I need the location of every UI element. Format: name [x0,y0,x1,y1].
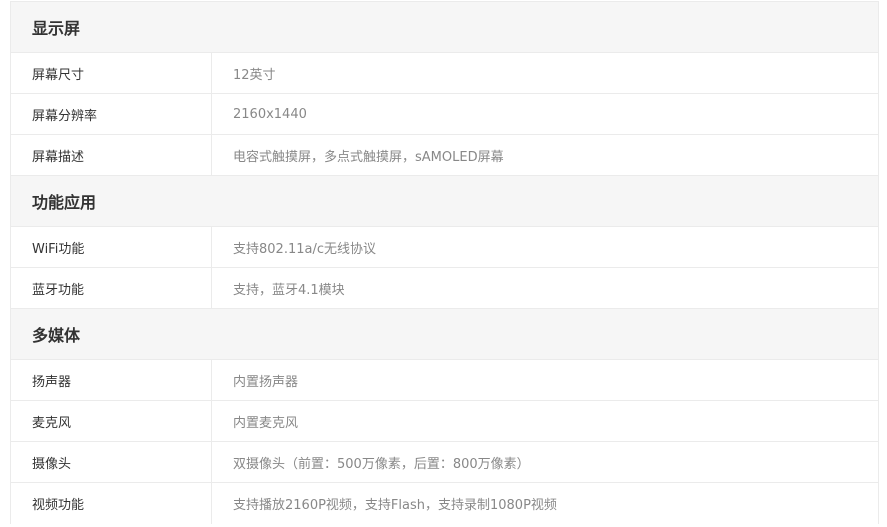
spec-value: 内置麦克风 [233,415,299,431]
spec-value: 12英寸 [233,67,276,83]
spec-row: 屏幕描述 电容式触摸屏，多点式触摸屏，sAMOLED屏幕 [11,135,878,176]
section-title: 显示屏 [32,19,81,38]
section-header-multimedia: 多媒体 [11,309,878,360]
spec-value: 支持播放2160P视频，支持Flash，支持录制1080P视频 [233,498,557,513]
spec-row: 蓝牙功能 支持，蓝牙4.1模块 [11,268,878,309]
spec-row: 视频功能 支持播放2160P视频，支持Flash，支持录制1080P视频 [11,483,878,524]
spec-row: 扬声器 内置扬声器 [11,360,878,401]
spec-table: 显示屏 屏幕尺寸 12英寸 屏幕分辨率 2160x1440 屏幕描述 电容式触摸… [10,1,879,524]
spec-row: WiFi功能 支持802.11a/c无线协议 [11,227,878,268]
section-header-features: 功能应用 [11,176,878,227]
spec-value: 2160x1440 [233,106,307,122]
spec-value: 支持802.11a/c无线协议 [233,241,376,257]
spec-row: 摄像头 双摄像头（前置：500万像素，后置：800万像素） [11,442,878,483]
spec-row: 麦克风 内置麦克风 [11,401,878,442]
section-title: 多媒体 [32,326,81,345]
spec-label: 蓝牙功能 [11,268,212,308]
spec-label: 屏幕分辨率 [11,94,212,134]
spec-label: 扬声器 [11,360,212,400]
spec-value: 电容式触摸屏，多点式触摸屏，sAMOLED屏幕 [233,149,504,165]
spec-label: 屏幕尺寸 [11,53,212,93]
spec-label: 视频功能 [11,483,212,524]
spec-row: 屏幕分辨率 2160x1440 [11,94,878,135]
spec-label: 麦克风 [11,401,212,441]
spec-value: 内置扬声器 [233,374,299,390]
spec-label: 摄像头 [11,442,212,482]
section-title: 功能应用 [32,193,97,212]
spec-value: 支持，蓝牙4.1模块 [233,282,345,298]
spec-row: 屏幕尺寸 12英寸 [11,53,878,94]
spec-value: 双摄像头（前置：500万像素，后置：800万像素） [233,456,530,472]
spec-label: WiFi功能 [11,227,212,267]
section-header-display: 显示屏 [11,2,878,53]
spec-label: 屏幕描述 [11,135,212,175]
